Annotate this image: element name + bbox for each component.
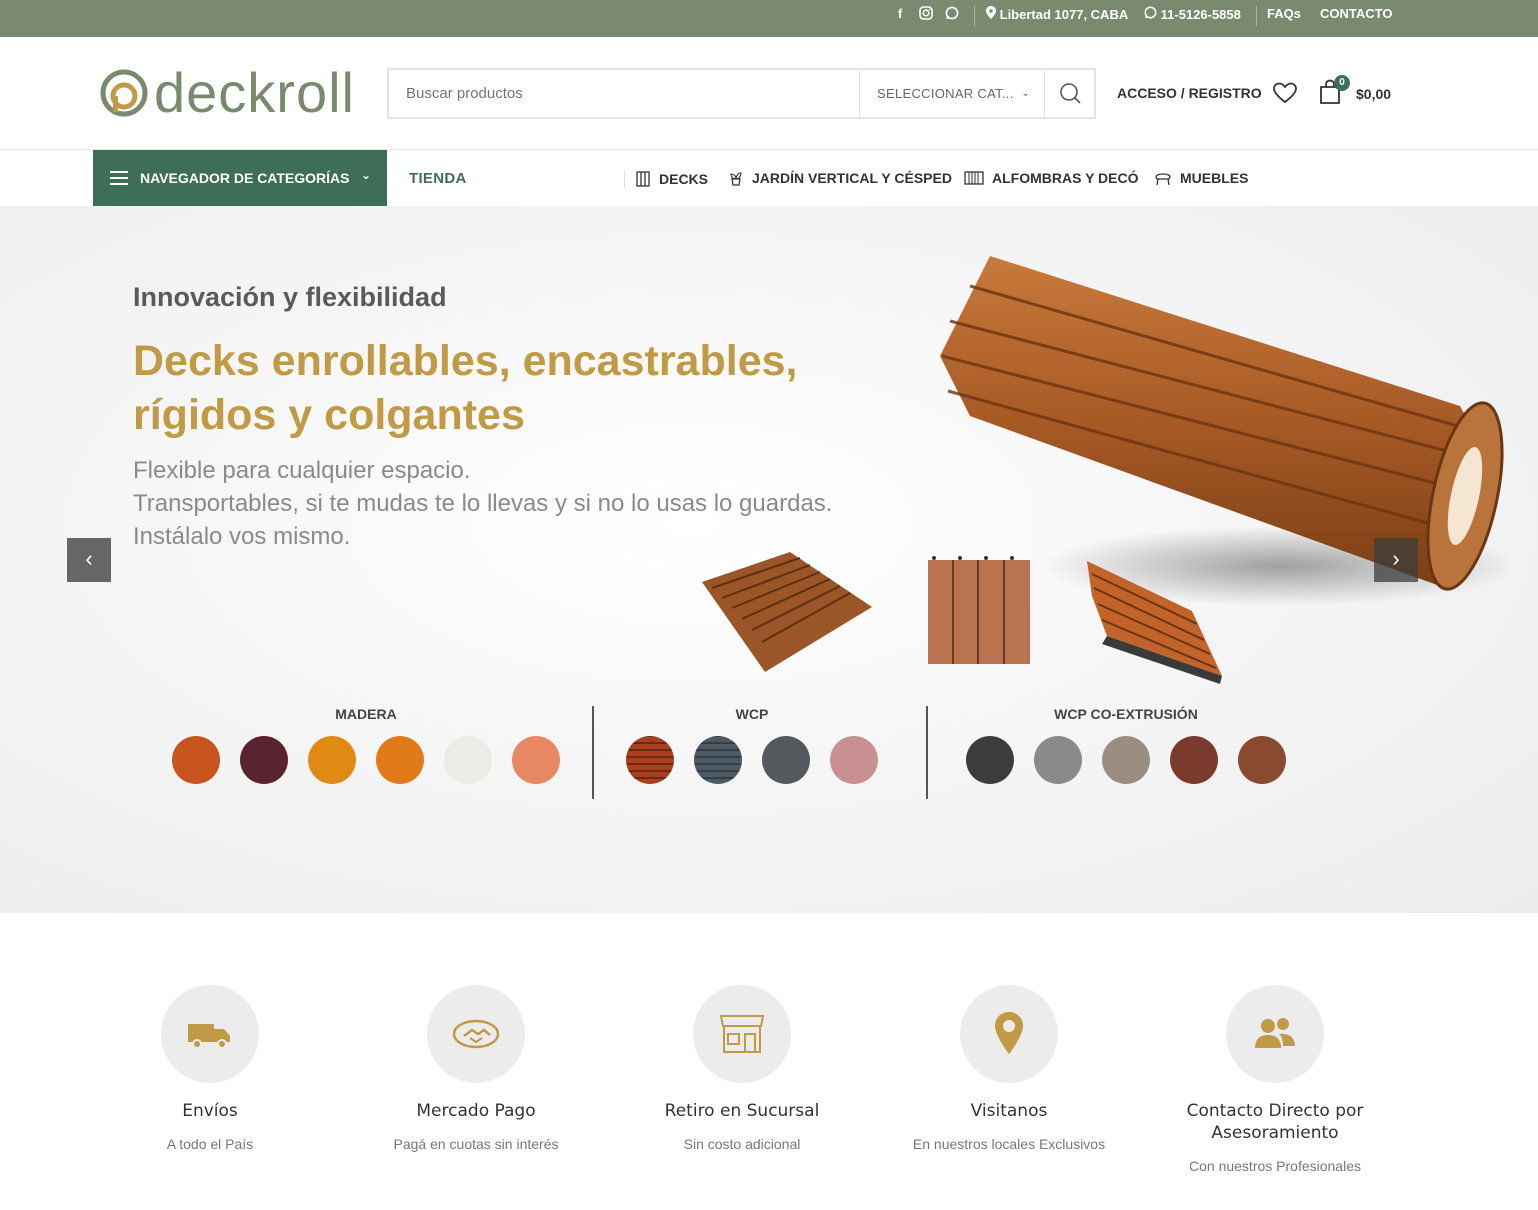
logo-mark: [100, 69, 148, 117]
wcp-tile-image: [928, 556, 1030, 664]
contact-link[interactable]: CONTACTO: [1320, 6, 1392, 21]
divider: [926, 706, 928, 799]
location-pin-icon: [995, 1012, 1023, 1054]
hanging-deck-image: [1087, 561, 1222, 684]
cart-total[interactable]: $0,00: [1356, 86, 1391, 102]
nav-item-furniture[interactable]: MUEBLES: [1154, 170, 1248, 186]
color-swatch[interactable]: [376, 736, 424, 784]
divider: [974, 6, 975, 26]
hero-slider: Innovación y flexibilidad Decks enrollab…: [0, 206, 1538, 913]
square-deck-tile-image: [702, 552, 872, 672]
color-swatch[interactable]: [626, 736, 674, 784]
cart-count-badge: 0: [1334, 75, 1350, 91]
phone-link[interactable]: 11-5126-5858: [1144, 6, 1241, 22]
category-select[interactable]: SELECCIONAR CAT... ⌄: [859, 70, 1047, 117]
top-bar: f Libertad 1077, CABA 11-5126-5858 FAQs …: [0, 0, 1538, 37]
feature-icon-circle: [693, 985, 791, 1083]
swatches: [172, 736, 560, 784]
store-address: Libertad 1077, CABA: [986, 6, 1128, 22]
instagram-icon[interactable]: [918, 6, 934, 22]
nav-shop-link[interactable]: TIENDA: [409, 170, 467, 187]
feature-direct-contact: Contacto Directo por Asesoramiento Con n…: [1125, 985, 1425, 1174]
rug-icon: [964, 171, 984, 185]
feature-shipping: Envíos A todo el País: [60, 985, 360, 1152]
map-pin-icon: [986, 6, 1000, 22]
site-header: deckroll SELECCIONAR CAT... ⌄ ACCESO / R…: [0, 37, 1538, 150]
color-swatch[interactable]: [1170, 736, 1218, 784]
feature-icon-circle: [960, 985, 1058, 1083]
color-group-wcp: WCP: [626, 706, 878, 784]
hero-eyebrow: Innovación y flexibilidad: [133, 282, 447, 312]
feature-store-pickup: Retiro en Sucursal Sin costo adicional: [592, 985, 892, 1152]
feature-icon-circle: [1226, 985, 1324, 1083]
color-swatch[interactable]: [1034, 736, 1082, 784]
faq-link[interactable]: FAQs: [1267, 6, 1301, 21]
color-swatch[interactable]: [308, 736, 356, 784]
divider: [1256, 6, 1257, 26]
color-swatch[interactable]: [694, 736, 742, 784]
color-swatch[interactable]: [512, 736, 560, 784]
store-icon: [719, 1015, 765, 1053]
cart-button[interactable]: 0: [1318, 75, 1350, 105]
hero-description: Flexible para cualquier espacio. Transpo…: [133, 457, 833, 550]
color-swatch[interactable]: [830, 736, 878, 784]
color-swatch[interactable]: [762, 736, 810, 784]
search-button[interactable]: [1044, 70, 1094, 117]
color-group-wcp-coextrusion: WCP CO-EXTRUSIÓN: [966, 706, 1286, 784]
slider-prev-button[interactable]: ‹: [67, 538, 111, 582]
chair-icon: [1155, 173, 1171, 186]
facebook-icon[interactable]: f: [892, 6, 908, 22]
category-browser-button[interactable]: NAVEGADOR DE CATEGORÍAS ⌄: [93, 150, 387, 206]
color-group-madera: MADERA: [172, 706, 560, 784]
divider: [624, 170, 625, 188]
swatches: [966, 736, 1286, 784]
truck-icon: [188, 1024, 230, 1049]
logo[interactable]: deckroll: [100, 65, 355, 121]
nav-item-rugs[interactable]: ALFOMBRAS Y DECÓ: [964, 170, 1139, 186]
color-swatch[interactable]: [1102, 736, 1150, 784]
color-swatch[interactable]: [966, 736, 1014, 784]
color-swatch[interactable]: [240, 736, 288, 784]
color-swatch[interactable]: [1238, 736, 1286, 784]
whatsapp-icon: [1144, 6, 1161, 22]
nav-item-vertical-garden[interactable]: JARDÍN VERTICAL Y CÉSPED: [728, 170, 952, 186]
main-nav: NAVEGADOR DE CATEGORÍAS ⌄ TIENDA DECKS J…: [0, 150, 1538, 206]
slider-next-button[interactable]: ›: [1374, 538, 1418, 582]
search-icon: [1060, 83, 1081, 104]
feature-icon-circle: [161, 985, 259, 1083]
chevron-down-icon: ⌄: [360, 168, 371, 182]
chevron-down-icon: ⌄: [1021, 88, 1030, 99]
nav-item-decks[interactable]: DECKS: [624, 170, 708, 188]
search-bar: SELECCIONAR CAT... ⌄: [387, 68, 1096, 119]
deck-icon: [636, 171, 650, 187]
swatches: [626, 736, 878, 784]
users-icon: [1255, 1018, 1295, 1048]
wishlist-icon[interactable]: [1272, 81, 1298, 105]
divider: [592, 706, 594, 799]
feature-mercado-pago: Mercado Pago Pagá en cuotas sin interés: [326, 985, 626, 1152]
logo-text: deckroll: [154, 61, 355, 124]
plant-icon: [730, 172, 742, 186]
search-input[interactable]: [389, 70, 859, 117]
color-swatch[interactable]: [172, 736, 220, 784]
handshake-icon: [452, 1019, 500, 1049]
feature-icon-circle: [427, 985, 525, 1083]
social-links: f: [892, 6, 960, 22]
color-swatch[interactable]: [444, 736, 492, 784]
feature-visit-us: Visitanos En nuestros locales Exclusivos: [859, 985, 1159, 1152]
account-link[interactable]: ACCESO / REGISTRO: [1117, 85, 1262, 101]
whatsapp-icon[interactable]: [944, 6, 960, 22]
hero-headline: Decks enrollables, encastrables, rígidos…: [133, 337, 798, 439]
menu-icon: [110, 171, 128, 185]
